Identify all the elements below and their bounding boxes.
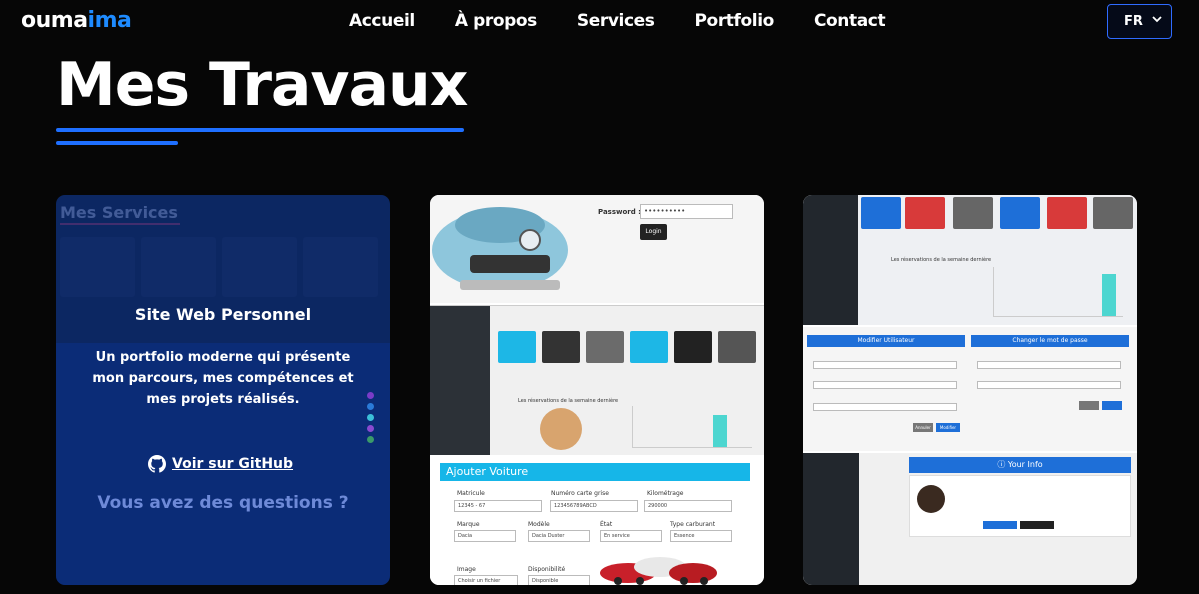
- field[interactable]: [813, 381, 957, 389]
- field[interactable]: [977, 381, 1121, 389]
- stat-tile: [953, 197, 993, 229]
- field-label: Image: [457, 566, 476, 573]
- logo[interactable]: oumaima: [21, 8, 132, 33]
- change-password-header: Changer le mot de passe: [971, 335, 1129, 347]
- cancel-button[interactable]: [1079, 401, 1099, 410]
- field[interactable]: [977, 361, 1121, 369]
- nav-link-apropos[interactable]: À propos: [455, 11, 537, 31]
- github-icon: [148, 455, 166, 473]
- stat-tile: [1000, 197, 1040, 229]
- github-link-label: Voir sur GitHub: [172, 456, 294, 472]
- field-label: Disponibilité: [528, 566, 566, 573]
- dashboard-screenshot: Les réservations de la semaine dernière: [430, 305, 764, 455]
- field-value[interactable]: Dacia Duster: [528, 530, 590, 542]
- field-label: Matricule: [457, 490, 485, 497]
- project-card-personal-site[interactable]: Mes Services Site Web Personnel Un portf…: [56, 195, 390, 585]
- field[interactable]: [813, 403, 957, 411]
- admin-sidebar: [803, 195, 858, 325]
- pie-chart: [540, 408, 582, 450]
- login-screenshot: Password : •••••••••• Login: [430, 195, 764, 303]
- field-value[interactable]: Disponible: [528, 575, 590, 585]
- bg-question: Vous avez des questions ?: [97, 493, 349, 513]
- project-card-admin-dashboard[interactable]: Les réservations de la semaine dernière …: [803, 195, 1137, 585]
- field-value[interactable]: Dacia: [454, 530, 516, 542]
- password-label: Password :: [598, 208, 641, 216]
- nav-link-contact[interactable]: Contact: [814, 11, 886, 31]
- stat-tile: [586, 331, 624, 363]
- modify-button[interactable]: Modifier: [936, 423, 960, 432]
- field-label: Modèle: [528, 521, 550, 528]
- project-title: Site Web Personnel: [134, 305, 312, 324]
- chart-title: Les réservations de la semaine dernière: [518, 398, 619, 404]
- nav-menu: Accueil À propos Services Portfolio Cont…: [349, 11, 925, 31]
- github-link[interactable]: Voir sur GitHub: [148, 455, 293, 473]
- stat-tile: [861, 197, 901, 229]
- confirm-button[interactable]: [1102, 401, 1122, 410]
- project-description: Un portfolio moderne qui présente mon pa…: [92, 350, 354, 407]
- field-value[interactable]: 123456789ABCD: [550, 500, 638, 512]
- title-underline: [56, 128, 464, 132]
- field-label: État: [600, 521, 613, 528]
- stat-tile: [718, 331, 756, 363]
- navbar: oumaima Accueil À propos Services Portfo…: [0, 0, 1199, 44]
- nav-link-portfolio[interactable]: Portfolio: [694, 11, 774, 31]
- language-select[interactable]: FR: [1107, 4, 1172, 39]
- bar-chart: [632, 406, 752, 448]
- bg-social-dots: [367, 392, 374, 447]
- modify-info-button[interactable]: [983, 521, 1017, 529]
- your-info-header: ⓘ Your Info: [909, 457, 1131, 473]
- field[interactable]: [813, 361, 957, 369]
- avatar: [917, 485, 945, 513]
- field-value[interactable]: 12345 - 67: [454, 500, 542, 512]
- stat-tile: [1093, 197, 1133, 229]
- admin-dashboard-screenshot: Les réservations de la semaine dernière: [803, 195, 1137, 325]
- logo-part1: ouma: [21, 8, 88, 33]
- page-title: Mes Travaux: [56, 50, 468, 120]
- user-info-screenshot: ⓘ Your Info: [803, 453, 1137, 585]
- your-info-label: Your Info: [1007, 460, 1043, 469]
- nav-link-accueil[interactable]: Accueil: [349, 11, 415, 31]
- password-field[interactable]: ••••••••••: [640, 204, 733, 219]
- stat-tile: [905, 197, 945, 229]
- modify-user-header: Modifier Utilisateur: [807, 335, 965, 347]
- login-button[interactable]: Login: [640, 224, 667, 240]
- field-value[interactable]: 290000: [644, 500, 732, 512]
- car-image: [432, 207, 568, 290]
- bar-chart: [993, 267, 1123, 317]
- modify-user-screenshot: Modifier Utilisateur Changer le mot de p…: [803, 327, 1137, 451]
- add-car-form-screenshot: Ajouter Voiture Matricule 12345 - 67 Num…: [430, 457, 764, 585]
- stat-tile: [1047, 197, 1087, 229]
- cancel-button[interactable]: Annuler: [913, 423, 933, 432]
- stat-tile: [674, 331, 712, 363]
- field-value[interactable]: En service: [600, 530, 662, 542]
- logo-part2: ima: [87, 8, 132, 33]
- cars-image: [600, 557, 717, 585]
- language-value: FR: [1124, 14, 1143, 29]
- user-sidebar: [803, 453, 859, 585]
- chart-title: Les réservations de la semaine dernière: [891, 257, 992, 263]
- field-value[interactable]: Essence: [670, 530, 732, 542]
- chevron-down-icon: [1152, 16, 1162, 23]
- stat-tile: [498, 331, 536, 363]
- title-underline-short: [56, 141, 178, 145]
- project-card-car-rental[interactable]: Password : •••••••••• Login Les réservat…: [430, 195, 764, 585]
- nav-link-services[interactable]: Services: [577, 11, 655, 31]
- stat-tile: [630, 331, 668, 363]
- form-header: Ajouter Voiture: [440, 463, 750, 481]
- field-label: Type carburant: [670, 521, 716, 528]
- view-button[interactable]: [1020, 521, 1054, 529]
- field-label: Kilométrage: [647, 490, 684, 497]
- dashboard-sidebar: [430, 306, 490, 455]
- file-input[interactable]: Choisir un fichier: [454, 575, 518, 585]
- field-label: Numéro carte grise: [551, 490, 609, 497]
- field-label: Marque: [457, 521, 480, 528]
- stat-tile: [542, 331, 580, 363]
